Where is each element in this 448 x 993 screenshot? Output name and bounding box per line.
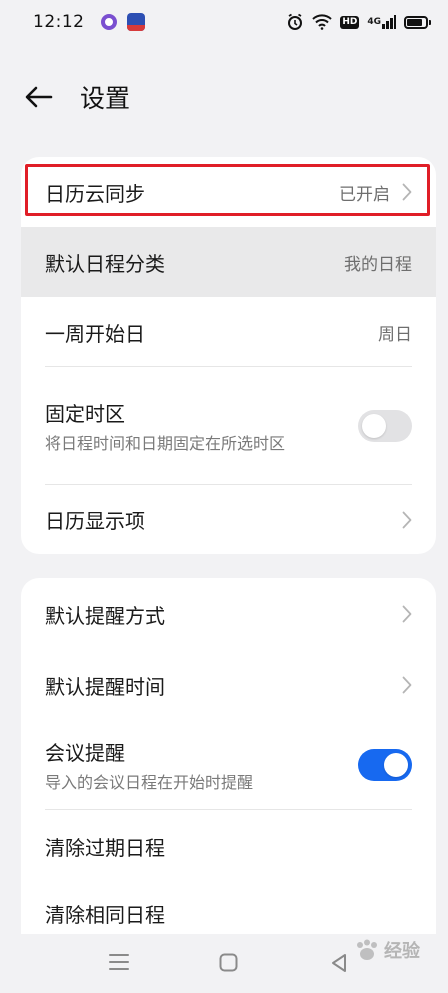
chevron-right-icon <box>402 676 412 694</box>
week-start-label: 一周开始日 <box>45 321 145 346</box>
cellular-signal-icon: 4G <box>367 15 396 29</box>
cloud-sync-row[interactable]: 日历云同步 已开启 <box>21 157 436 227</box>
fixed-timezone-subtitle: 将日程时间和日期固定在所选时区 <box>45 433 286 453</box>
menu-icon <box>109 954 129 970</box>
week-start-row[interactable]: 一周开始日 周日 <box>21 297 436 367</box>
hd-badge: HD <box>340 15 360 29</box>
meeting-reminder-toggle[interactable] <box>358 749 412 781</box>
fixed-timezone-label: 固定时区 <box>45 401 125 426</box>
home-nav-button[interactable] <box>219 953 238 972</box>
page-header: 设置 <box>0 72 448 122</box>
back-button[interactable] <box>24 82 54 112</box>
app-notification-icon <box>100 14 117 30</box>
wifi-icon <box>312 14 333 30</box>
chevron-right-icon <box>402 605 412 623</box>
meeting-reminder-subtitle: 导入的会议日程在开始时提醒 <box>45 772 254 792</box>
default-category-row[interactable]: 默认日程分类 我的日程 <box>21 227 436 297</box>
clear-expired-row[interactable]: 清除过期日程 <box>21 810 436 882</box>
reminder-time-label: 默认提醒时间 <box>45 674 165 699</box>
watermark-text: 经验 <box>384 941 420 962</box>
reminder-time-row[interactable]: 默认提醒时间 <box>21 650 436 720</box>
week-start-value: 周日 <box>378 324 412 345</box>
menu-nav-button[interactable] <box>109 953 129 971</box>
reminder-method-row[interactable]: 默认提醒方式 <box>21 578 436 650</box>
chevron-right-icon <box>402 511 412 529</box>
meeting-reminder-row: 会议提醒 导入的会议日程在开始时提醒 <box>21 720 436 810</box>
display-items-label: 日历显示项 <box>45 509 145 533</box>
reminder-method-label: 默认提醒方式 <box>45 603 165 628</box>
fixed-timezone-toggle[interactable] <box>358 410 412 442</box>
fixed-timezone-row: 固定时区 将日程时间和日期固定在所选时区 <box>21 367 436 485</box>
back-arrow-icon <box>25 86 53 108</box>
paw-logo-icon <box>357 939 377 960</box>
toggle-knob <box>362 414 386 438</box>
network-type: 4G <box>367 16 381 27</box>
cloud-sync-value: 已开启 <box>339 184 390 205</box>
toggle-knob <box>384 753 408 777</box>
app-badge-icon <box>126 13 145 31</box>
clear-duplicate-label: 清除相同日程 <box>45 903 165 927</box>
meeting-reminder-label: 会议提醒 <box>45 740 125 765</box>
clear-duplicate-row[interactable]: 清除相同日程 <box>21 882 436 934</box>
settings-card-general: 日历云同步 已开启 默认日程分类 我的日程 一周开始日 周日 固定时区 将日程时… <box>21 157 436 554</box>
default-category-value: 我的日程 <box>344 254 412 275</box>
fixed-timezone-text: 固定时区 将日程时间和日期固定在所选时区 <box>45 398 285 455</box>
alarm-icon <box>286 13 304 31</box>
display-items-row[interactable]: 日历显示项 <box>21 485 436 554</box>
page-title: 设置 <box>80 84 131 113</box>
watermark: 经验 <box>354 937 420 963</box>
notification-icons <box>100 13 145 31</box>
status-bar: 12:12 HD 4G <box>0 0 448 44</box>
chevron-right-icon <box>402 183 412 201</box>
status-time: 12:12 <box>33 12 85 32</box>
battery-icon <box>404 15 431 29</box>
back-nav-button[interactable] <box>330 953 348 973</box>
default-category-label: 默认日程分类 <box>45 251 165 276</box>
settings-card-reminders: 默认提醒方式 默认提醒时间 会议提醒 导入的会议日程在开始时提醒 清除过期日程 … <box>21 578 436 934</box>
meeting-reminder-text: 会议提醒 导入的会议日程在开始时提醒 <box>45 737 253 794</box>
clear-expired-label: 清除过期日程 <box>45 835 165 860</box>
back-triangle-icon <box>332 954 346 972</box>
status-icons: HD 4G <box>286 13 431 31</box>
cloud-sync-label: 日历云同步 <box>45 181 145 206</box>
home-icon <box>219 953 238 972</box>
